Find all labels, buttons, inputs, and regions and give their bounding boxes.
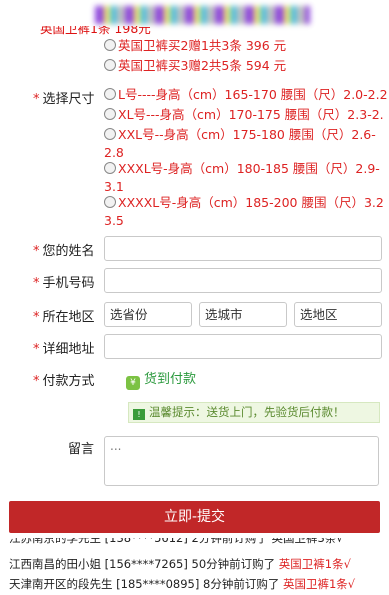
feed-item: 江西南昌的田小姐 [156****7265] 50分钟前订购了 英国卫裤1条√ xyxy=(9,557,351,571)
size-option-xxxxl[interactable]: XXXXL号-身高（cm）185-200 腰围（尺）3.2 3.5 xyxy=(104,194,384,230)
size-option-xxl[interactable]: XXL号--身高（cm）175-180 腰围（尺）2.6- 2.8 xyxy=(104,126,376,162)
region-label: * 所在地区 xyxy=(33,310,95,325)
feed-item: 天津南开区的段先生 [185****0895] 8分钟前订购了 英国卫裤1条√ xyxy=(9,577,356,591)
phone-label: * 手机号码 xyxy=(33,276,95,291)
name-input[interactable] xyxy=(104,236,382,261)
radio-button[interactable] xyxy=(104,196,116,208)
cash-icon: ¥ xyxy=(126,376,140,390)
tip-banner: ! 温馨提示：送货上门，先验货后付款！ xyxy=(128,402,380,423)
size-option-xxxl[interactable]: XXXL号-身高（cm）180-185 腰围（尺）2.9- 3.1 xyxy=(104,160,380,196)
package-label: 英国卫裤买3赠2共5条 594 元 xyxy=(118,58,287,73)
feed-item-cut: 江苏南京的李先生 [138****5612] 2分钟前订购了 英国卫裤3条√ xyxy=(9,538,344,545)
package-option-cut-text: 英国卫裤1条 198元 xyxy=(40,26,151,36)
package-option-3[interactable]: 英国卫裤买3赠2共5条 594 元 xyxy=(104,57,286,75)
package-option-cut: 英国卫裤1条 198元 xyxy=(40,26,340,36)
payment-label: * 付款方式 xyxy=(33,374,95,389)
message-label: 留言 xyxy=(68,442,95,457)
district-select[interactable]: 选地区 xyxy=(294,302,382,327)
address-input[interactable] xyxy=(104,334,382,359)
size-option-xl[interactable]: XL号---身高（cm）170-175 腰围（尺）2.3-2. xyxy=(104,106,384,124)
province-select[interactable]: 选省份 xyxy=(104,302,192,327)
order-feed: 江苏南京的李先生 [138****5612] 2分钟前订购了 英国卫裤3条√ 江… xyxy=(9,538,380,595)
payment-option-cod[interactable]: ¥ 货到付款 xyxy=(126,368,196,390)
phone-input[interactable] xyxy=(104,268,382,293)
size-label: * 选择尺寸 xyxy=(33,92,95,107)
radio-button[interactable] xyxy=(104,128,116,140)
radio-button[interactable] xyxy=(104,39,116,51)
package-label: 英国卫裤买2赠1共3条 396 元 xyxy=(118,38,287,53)
city-select[interactable]: 选城市 xyxy=(199,302,287,327)
radio-button[interactable] xyxy=(104,59,116,71)
required-star: * xyxy=(33,92,40,107)
name-label: * 您的姓名 xyxy=(33,244,95,259)
radio-button[interactable] xyxy=(104,108,116,120)
blurred-title xyxy=(95,6,310,24)
radio-button[interactable] xyxy=(104,162,116,174)
message-textarea[interactable]: ... xyxy=(104,436,379,486)
radio-button[interactable] xyxy=(104,88,116,100)
package-option-2[interactable]: 英国卫裤买2赠1共3条 396 元 xyxy=(104,37,286,55)
info-icon: ! xyxy=(133,409,145,420)
address-label: * 详细地址 xyxy=(33,342,95,357)
size-option-l[interactable]: L号----身高（cm）165-170 腰围（尺）2.0-2.2 xyxy=(104,86,388,104)
submit-button[interactable]: 立即-提交 xyxy=(9,501,380,533)
